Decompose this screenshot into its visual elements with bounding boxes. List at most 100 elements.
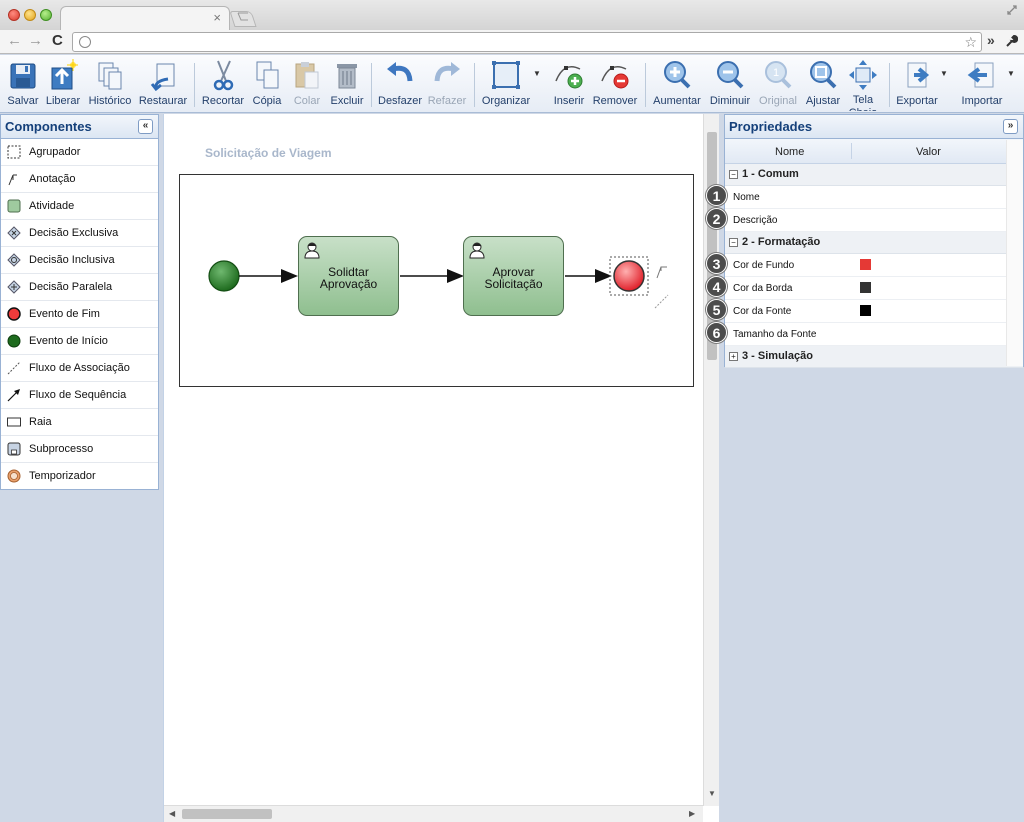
- property-name: Descrição: [733, 215, 778, 226]
- component-item-activity[interactable]: Atividade: [1, 193, 158, 220]
- end-event-icon: [7, 307, 21, 321]
- color-swatch-background[interactable]: [860, 259, 871, 270]
- expand-group-icon[interactable]: +: [729, 352, 738, 361]
- scissors-icon: [213, 60, 234, 91]
- import-dropdown-icon[interactable]: ▼: [1007, 69, 1015, 78]
- component-item-exclusive-gateway[interactable]: Decisão Exclusiva: [1, 220, 158, 247]
- component-item-association-flow[interactable]: Fluxo de Associação: [1, 355, 158, 382]
- save-icon: [10, 63, 36, 89]
- color-swatch-border[interactable]: [860, 282, 871, 293]
- organize-dropdown-icon[interactable]: ▼: [533, 69, 541, 78]
- horizontal-scroll-thumb[interactable]: [182, 809, 272, 819]
- property-row-nome[interactable]: Nome: [725, 186, 1023, 209]
- property-group-comum[interactable]: − 1 - Comum: [725, 164, 1023, 186]
- property-group-simulacao[interactable]: + 3 - Simulação: [725, 346, 1023, 368]
- window-resize-icon[interactable]: [1006, 4, 1018, 19]
- zoom-fit-button[interactable]: Ajustar: [804, 59, 842, 111]
- zoom-out-button[interactable]: Diminuir: [708, 59, 752, 111]
- fullscreen-button[interactable]: Tela Cheia: [846, 59, 880, 111]
- address-bar[interactable]: ☆: [72, 32, 982, 52]
- export-button[interactable]: Exportar: [894, 59, 940, 111]
- insert-point-button[interactable]: Inserir: [550, 59, 588, 111]
- copy-button[interactable]: Cópia: [250, 59, 284, 111]
- component-item-annotation[interactable]: Anotação: [1, 166, 158, 193]
- collapse-group-icon[interactable]: −: [729, 170, 738, 179]
- minimize-window-button[interactable]: [24, 9, 36, 21]
- annotation-icon: [8, 174, 17, 186]
- import-button[interactable]: Importar: [958, 59, 1006, 111]
- redo-button[interactable]: Refazer: [426, 59, 468, 111]
- star-icon[interactable]: ☆: [964, 34, 977, 51]
- component-label: Anotação: [29, 173, 76, 185]
- component-item-end-event[interactable]: Evento de Fim: [1, 301, 158, 328]
- property-group-label: 2 - Formatação: [742, 236, 821, 248]
- component-item-inclusive-gateway[interactable]: Decisão Inclusiva: [1, 247, 158, 274]
- delete-label: Excluir: [330, 95, 364, 107]
- publish-button[interactable]: Liberar: [44, 59, 82, 111]
- end-event[interactable]: [613, 260, 645, 292]
- task-solicitar-aprovacao[interactable]: Solidtar Aprovação: [298, 236, 399, 316]
- task-aprovar-solicitacao[interactable]: Aprovar Solicitação: [463, 236, 564, 316]
- back-icon[interactable]: ←: [7, 33, 22, 49]
- component-label: Fluxo de Associação: [29, 362, 130, 374]
- scroll-down-icon[interactable]: ▼: [708, 789, 716, 798]
- collapse-group-icon[interactable]: −: [729, 238, 738, 247]
- zoom-original-button[interactable]: 1 Original: [757, 59, 799, 111]
- zoom-in-button[interactable]: Aumentar: [652, 59, 702, 111]
- undo-icon: [387, 62, 413, 82]
- wrench-icon[interactable]: [1004, 34, 1019, 48]
- property-row-cor-da-fonte[interactable]: Cor da Fonte: [725, 300, 1023, 323]
- browser-navbar: ← → C ☆ »: [0, 30, 1024, 54]
- property-row-descricao[interactable]: Descrição: [725, 209, 1023, 232]
- property-group-formatacao[interactable]: − 2 - Formatação: [725, 232, 1023, 254]
- component-item-timer[interactable]: Temporizador: [1, 463, 158, 490]
- canvas-horizontal-scrollbar[interactable]: ◀ ▶: [164, 805, 703, 822]
- component-item-subprocess[interactable]: Subprocesso: [1, 436, 158, 463]
- save-button[interactable]: Salvar: [6, 59, 40, 111]
- browser-tab[interactable]: ×: [60, 6, 230, 31]
- components-panel-header: Componentes «: [1, 115, 158, 139]
- task-label: Solidtar Aprovação: [319, 265, 378, 291]
- component-item-parallel-gateway[interactable]: Decisão Paralela: [1, 274, 158, 301]
- properties-panel-header: Propriedades »: [725, 115, 1023, 139]
- remove-point-button[interactable]: Remover: [592, 59, 638, 111]
- scroll-right-icon[interactable]: ▶: [689, 809, 695, 818]
- paste-label: Colar: [293, 95, 321, 107]
- property-row-tamanho-da-fonte[interactable]: Tamanho da Fonte: [725, 323, 1023, 346]
- start-event[interactable]: [208, 260, 240, 292]
- reload-icon[interactable]: C: [52, 33, 63, 49]
- tab-close-icon[interactable]: ×: [213, 11, 221, 25]
- scroll-left-icon[interactable]: ◀: [169, 809, 175, 818]
- callout-badge: 2: [706, 208, 727, 229]
- organize-button[interactable]: Organizar: [480, 59, 532, 111]
- column-value[interactable]: Valor: [916, 146, 941, 158]
- zoom-fit-label: Ajustar: [805, 95, 841, 107]
- color-swatch-font[interactable]: [860, 305, 871, 316]
- column-name[interactable]: Nome: [775, 146, 804, 158]
- restore-button[interactable]: Restaurar: [138, 59, 188, 111]
- component-label: Subprocesso: [29, 443, 94, 455]
- new-tab-icon: [234, 11, 252, 25]
- property-name: Nome: [733, 192, 760, 203]
- bookmarks-overflow-icon[interactable]: »: [987, 32, 995, 48]
- close-window-button[interactable]: [8, 9, 20, 21]
- collapse-right-icon[interactable]: »: [1003, 119, 1018, 134]
- save-label: Salvar: [7, 95, 39, 107]
- cut-button[interactable]: Recortar: [200, 59, 246, 111]
- callout-badge: 5: [706, 299, 727, 320]
- property-row-cor-de-fundo[interactable]: Cor de Fundo: [725, 254, 1023, 277]
- component-item-start-event[interactable]: Evento de Início: [1, 328, 158, 355]
- maximize-window-button[interactable]: [40, 9, 52, 21]
- undo-button[interactable]: Desfazer: [378, 59, 422, 111]
- export-dropdown-icon[interactable]: ▼: [940, 69, 948, 78]
- component-item-lane[interactable]: Raia: [1, 409, 158, 436]
- paste-button[interactable]: Colar: [290, 59, 324, 111]
- delete-button[interactable]: Excluir: [330, 59, 364, 111]
- forward-icon[interactable]: →: [28, 33, 43, 49]
- component-item-group[interactable]: Agrupador: [1, 139, 158, 166]
- restore-icon: [150, 63, 175, 91]
- property-row-cor-da-borda[interactable]: Cor da Borda: [725, 277, 1023, 300]
- component-item-sequence-flow[interactable]: Fluxo de Sequência: [1, 382, 158, 409]
- history-button[interactable]: Histórico: [86, 59, 134, 111]
- collapse-left-icon[interactable]: «: [138, 119, 153, 134]
